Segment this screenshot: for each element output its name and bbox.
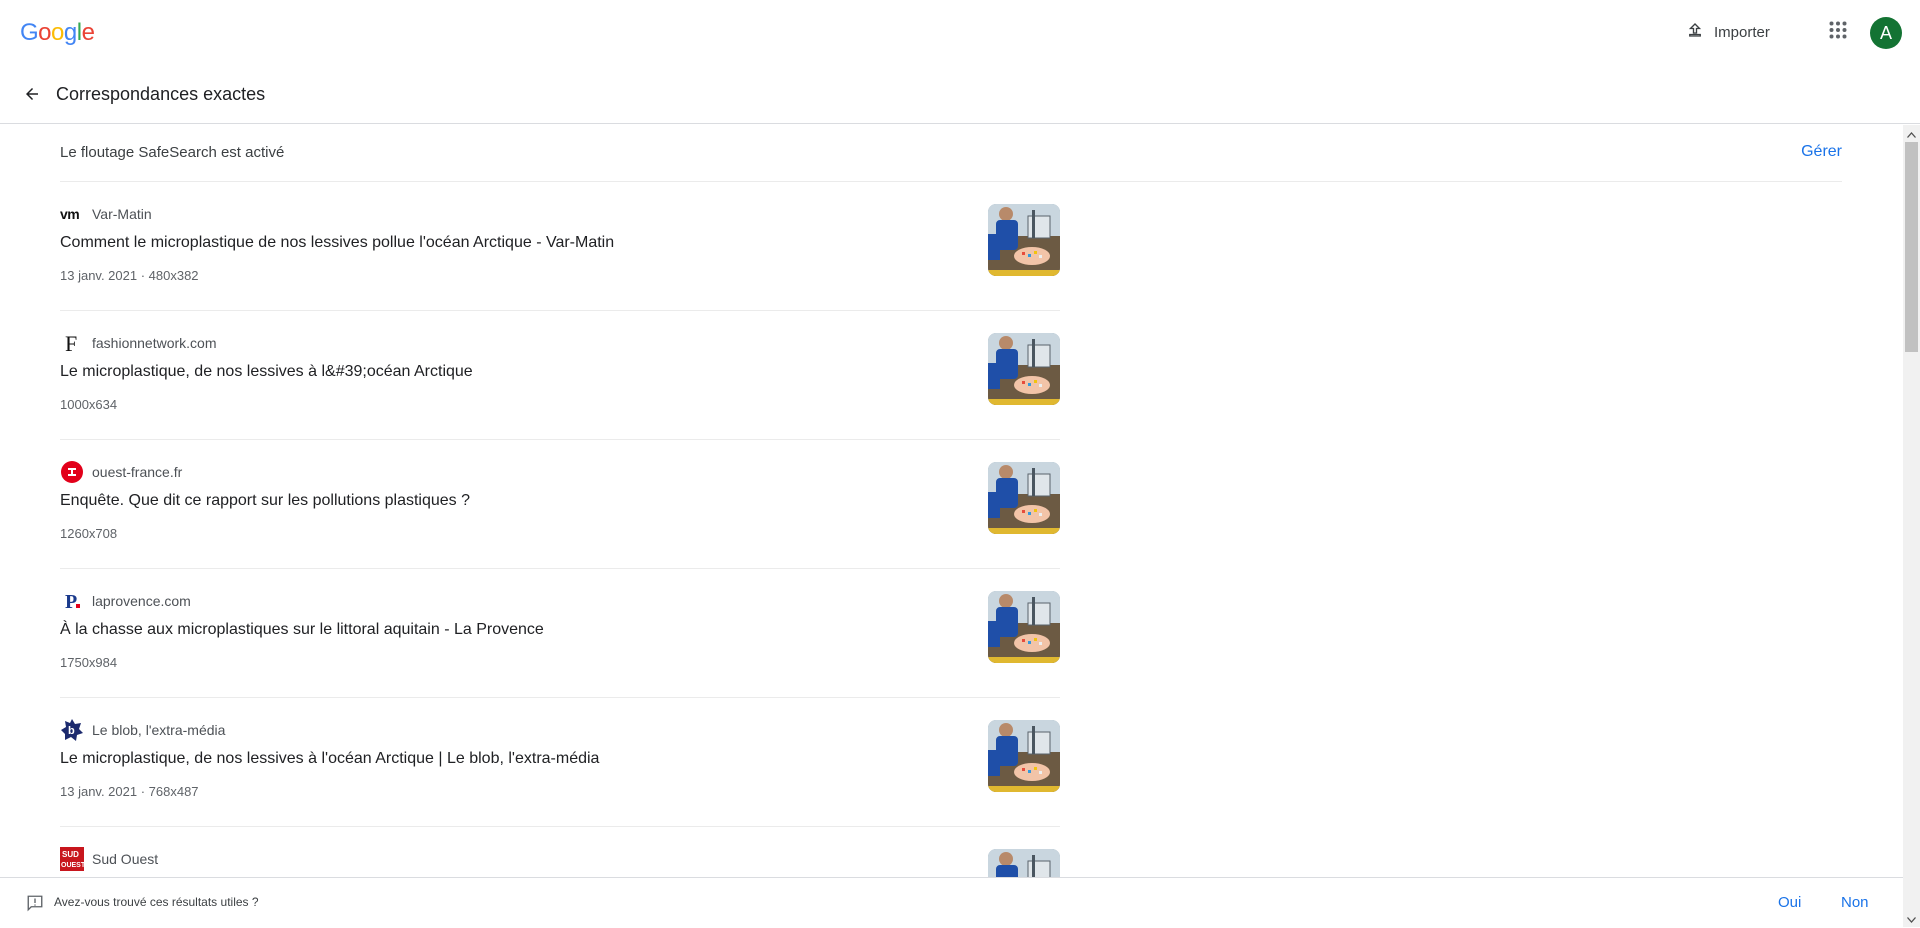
scroll-down-button[interactable]: [1903, 910, 1920, 927]
result-title[interactable]: Comment le microplastique de nos lessive…: [60, 234, 614, 252]
feedback-icon: [26, 894, 44, 917]
upload-icon: [1686, 21, 1704, 43]
result-meta: 1000x634: [60, 397, 118, 412]
result-title[interactable]: Le microplastique, de nos lessives à l&#…: [60, 363, 473, 381]
vertical-scrollbar[interactable]: [1903, 125, 1920, 927]
back-button[interactable]: [18, 82, 46, 110]
ouest-france-favicon-icon: [60, 461, 84, 483]
logo-letter: e: [81, 19, 95, 46]
source-name: Le blob, l'extra-média: [92, 722, 226, 738]
fashionnetwork-favicon-icon: F: [60, 332, 84, 354]
results-scroll-area[interactable]: Le floutage SafeSearch est activé Gérer …: [0, 125, 1920, 877]
source-name: laprovence.com: [92, 593, 191, 609]
safesearch-banner: Le floutage SafeSearch est activé Gérer: [60, 125, 1842, 182]
result-item[interactable]: b Le blob, l'extra-média Le microplastiq…: [60, 698, 1060, 827]
feedback-bar: Avez-vous trouvé ces résultats utiles ? …: [0, 877, 1903, 927]
logo-letter: G: [20, 19, 39, 46]
result-meta: 1260x708: [60, 526, 118, 541]
apps-grid-icon: [1829, 21, 1847, 44]
result-item[interactable]: vm Var-Matin Comment le microplastique d…: [60, 182, 1060, 311]
feedback-yes-button[interactable]: Oui: [1778, 894, 1801, 911]
var-matin-favicon-icon: vm: [60, 203, 84, 225]
svg-text:F: F: [65, 332, 77, 354]
safesearch-text: Le floutage SafeSearch est activé: [60, 144, 285, 161]
manage-safesearch-link[interactable]: Gérer: [1801, 143, 1842, 161]
result-meta: 1750x984: [60, 655, 118, 670]
logo-letter: o: [38, 19, 52, 46]
svg-text:b: b: [68, 725, 75, 737]
sud-ouest-favicon-icon: SUD OUEST: [60, 847, 84, 871]
source-name: Var-Matin: [92, 206, 152, 222]
svg-text:OUEST: OUEST: [61, 862, 84, 869]
svg-text:P: P: [65, 591, 77, 612]
result-thumbnail[interactable]: [988, 333, 1060, 405]
source-name: Sud Ouest: [92, 851, 159, 867]
result-thumbnail[interactable]: [988, 591, 1060, 663]
result-item[interactable]: F fashionnetwork.com Le microplastique, …: [60, 311, 1060, 440]
results-list: vm Var-Matin Comment le microplastique d…: [60, 182, 1060, 877]
page-header: Correspondances exactes: [0, 70, 1920, 124]
source-name: fashionnetwork.com: [92, 335, 217, 351]
result-meta: 13 janv. 2021 · 480x382: [60, 268, 199, 283]
result-source[interactable]: b Le blob, l'extra-média: [60, 719, 225, 741]
result-title[interactable]: À la chasse aux microplastiques sur le l…: [60, 621, 544, 639]
result-source[interactable]: F fashionnetwork.com: [60, 332, 217, 354]
result-title[interactable]: Enquête. Que dit ce rapport sur les poll…: [60, 492, 470, 510]
import-button[interactable]: Importer: [1678, 14, 1778, 50]
import-label: Importer: [1714, 23, 1770, 41]
caret-up-icon: [1907, 125, 1916, 143]
scrollbar-thumb[interactable]: [1905, 142, 1918, 352]
arrow-back-icon: [23, 85, 41, 108]
le-blob-favicon-icon: b: [60, 719, 84, 741]
logo-letter: o: [51, 19, 64, 46]
result-source[interactable]: P laprovence.com: [60, 590, 191, 612]
result-thumbnail[interactable]: [988, 462, 1060, 534]
feedback-no-button[interactable]: Non: [1841, 894, 1869, 911]
result-source[interactable]: ouest-france.fr: [60, 461, 182, 483]
result-item[interactable]: P laprovence.com À la chasse aux micropl…: [60, 569, 1060, 698]
page-title: Correspondances exactes: [56, 84, 266, 104]
caret-down-icon: [1907, 910, 1916, 928]
result-meta: 13 janv. 2021 · 768x487: [60, 784, 199, 799]
account-avatar[interactable]: A: [1870, 17, 1902, 49]
feedback-question: Avez-vous trouvé ces résultats utiles ?: [54, 895, 259, 909]
result-item[interactable]: SUD OUEST Sud Ouest: [60, 827, 1060, 877]
svg-text:SUD: SUD: [62, 850, 79, 859]
result-title[interactable]: Le microplastique, de nos lessives à l'o…: [60, 750, 599, 768]
result-item[interactable]: ouest-france.fr Enquête. Que dit ce rapp…: [60, 440, 1060, 569]
apps-grid-button[interactable]: [1820, 17, 1856, 47]
result-thumbnail[interactable]: [988, 720, 1060, 792]
source-name: ouest-france.fr: [92, 464, 183, 480]
top-bar: Google Importer A: [0, 0, 1920, 64]
result-thumbnail[interactable]: [988, 849, 1060, 877]
laprovence-favicon-icon: P: [60, 590, 84, 612]
result-thumbnail[interactable]: [988, 204, 1060, 276]
logo-letter: g: [63, 19, 77, 46]
svg-text:vm: vm: [60, 206, 79, 222]
result-source[interactable]: SUD OUEST Sud Ouest: [60, 847, 159, 871]
result-source[interactable]: vm Var-Matin: [60, 203, 152, 225]
google-logo[interactable]: Google: [20, 19, 95, 47]
scroll-up-button[interactable]: [1903, 125, 1920, 142]
